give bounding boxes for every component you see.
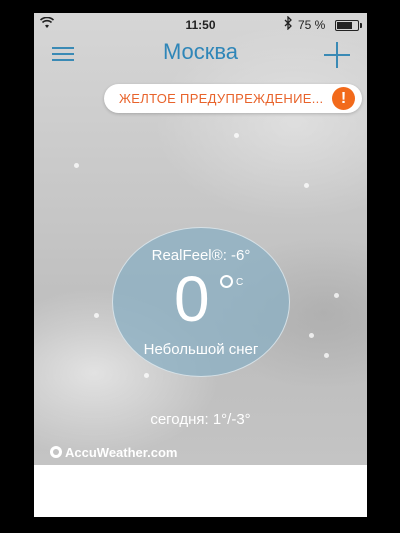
snowflake — [334, 293, 339, 298]
city-title: Москва — [162, 39, 239, 64]
snowflake — [94, 313, 99, 318]
phone-screen: 11:50 75 % Москва ЖЕЛТОЕ ПРЕДУПРЕЖДЕНИЕ.… — [34, 13, 367, 517]
bluetooth-icon — [284, 16, 292, 30]
snowflake — [304, 183, 309, 188]
alert-exclamation-icon: ! — [332, 87, 355, 110]
brand-text: AccuWeather.com — [65, 445, 178, 460]
temperature-unit: C — [236, 277, 244, 288]
condition-text: Небольшой снег — [143, 341, 259, 358]
alert-text: ЖЕЛТОЕ ПРЕДУПРЕЖДЕНИЕ... — [119, 91, 324, 106]
battery-percent: 75 % — [298, 18, 326, 32]
status-bar: 11:50 75 % — [34, 13, 367, 35]
weather-alert-banner[interactable]: ЖЕЛТОЕ ПРЕДУПРЕЖДЕНИЕ... ! — [104, 84, 362, 113]
snowflake — [324, 353, 329, 358]
degree-icon — [220, 275, 233, 288]
snowflake — [234, 133, 239, 138]
today-high-low: сегодня: 1°/-3° — [150, 411, 251, 428]
snowflake — [74, 163, 79, 168]
realfeel-text: RealFeel®: -6° — [151, 247, 251, 264]
current-conditions-circle[interactable]: RealFeel®: -6° 0 C Небольшой снег — [112, 227, 290, 377]
snowflake — [309, 333, 314, 338]
battery-icon — [335, 20, 362, 31]
plus-icon[interactable] — [324, 42, 350, 68]
accuweather-sun-icon — [50, 446, 62, 458]
current-temperature: 0 — [174, 263, 210, 335]
nav-bar: Москва — [34, 35, 367, 75]
